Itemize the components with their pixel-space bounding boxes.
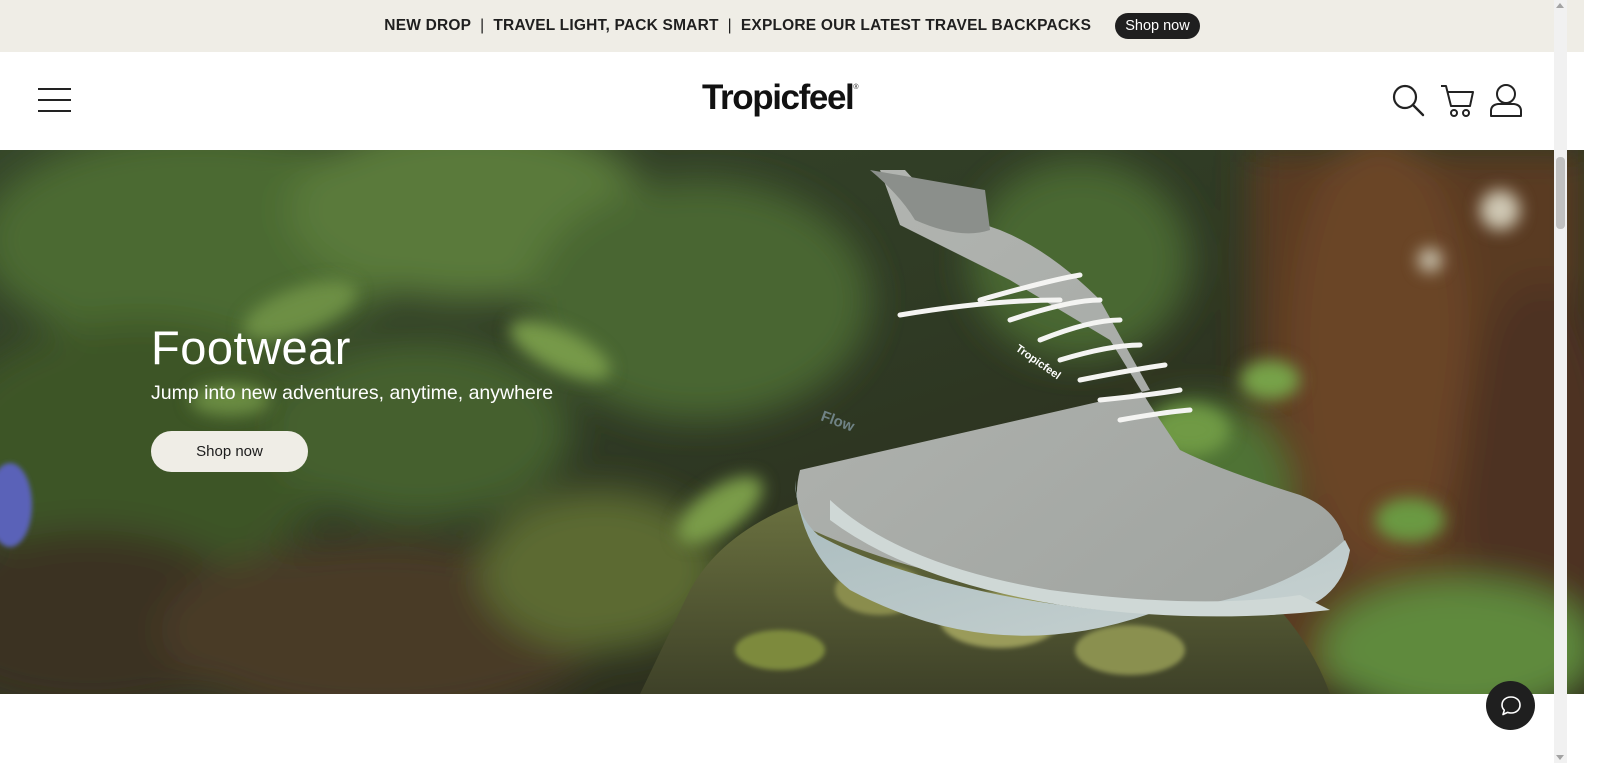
scroll-down-icon[interactable] [1556,755,1564,760]
brand-logo[interactable]: Tropicfeel® [702,78,859,118]
announcement-explore: EXPLORE OUR LATEST TRAVEL BACKPACKS [740,17,1092,34]
account-icon[interactable] [1489,83,1523,117]
hero-subtitle: Jump into new adventures, anytime, anywh… [151,382,554,404]
site-header: Tropicfeel® [0,52,1584,150]
announcement-bar: NEW DROP | TRAVEL LIGHT, PACK SMART | EX… [0,0,1584,52]
chat-bubble-icon [1500,695,1521,715]
hero-title: Footwear [151,321,351,374]
scrollbar-thumb[interactable] [1556,157,1565,229]
scroll-up-icon[interactable] [1556,3,1564,8]
announcement-separator: | [727,17,732,34]
announcement-travel-light: TRAVEL LIGHT, PACK SMART [493,17,719,34]
hero-image: Tropicfeel Flow [0,150,1584,694]
cart-icon[interactable] [1440,84,1476,118]
chat-button[interactable] [1486,681,1535,730]
registered-mark: ® [853,84,859,91]
announcement-new-drop: NEW DROP [384,17,472,34]
logo-text: Tropicfeel [702,78,855,117]
page-scrollbar[interactable] [1554,0,1567,763]
announcement-separator: | [480,17,485,34]
page: NEW DROP | TRAVEL LIGHT, PACK SMART | EX… [0,0,1584,763]
announcement-shop-now-button[interactable]: Shop now [1115,13,1200,39]
menu-icon[interactable] [38,88,71,113]
hero-banner: Tropicfeel Flow Footwear Jump into new a… [0,150,1584,694]
hero-shop-now-button[interactable]: Shop now [151,431,308,472]
search-icon[interactable] [1391,83,1425,117]
